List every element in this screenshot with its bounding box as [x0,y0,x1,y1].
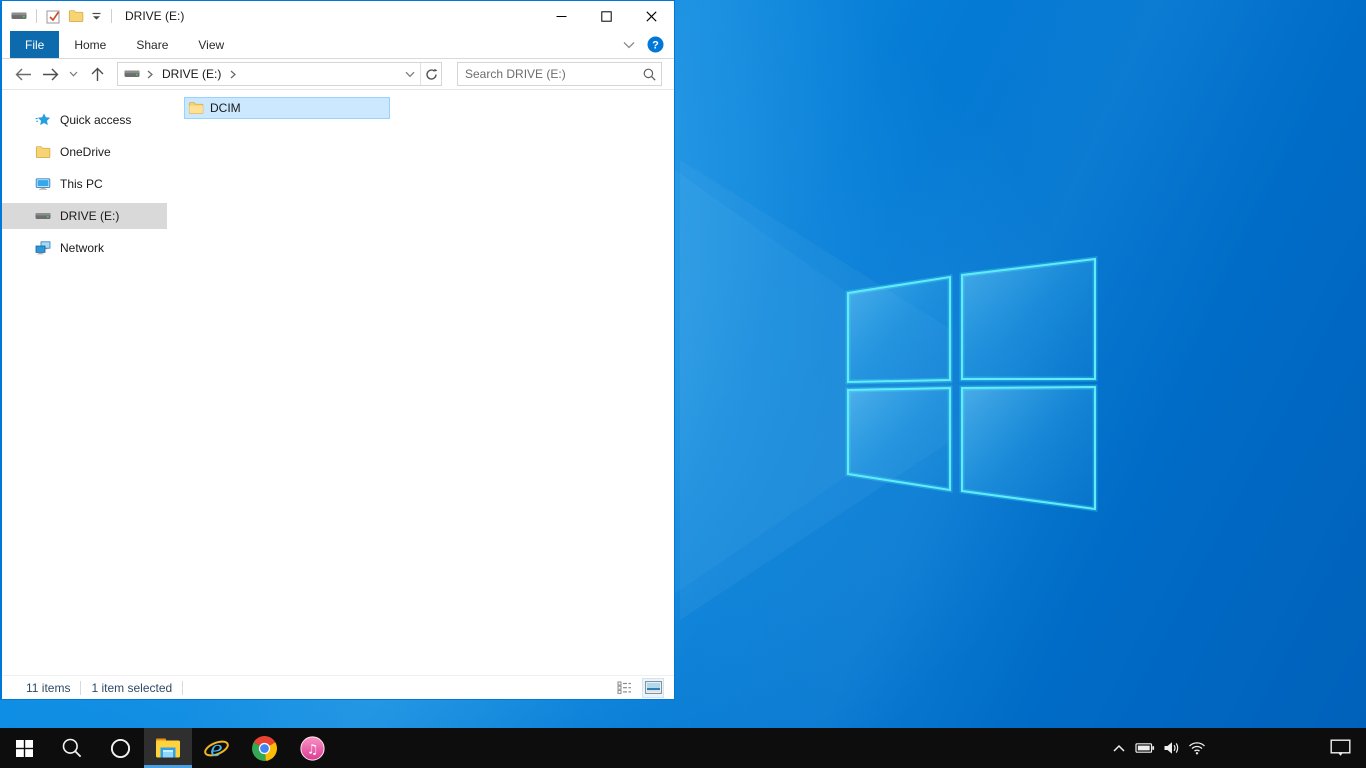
address-dropdown-button[interactable] [400,63,420,85]
search-icon[interactable] [637,68,661,81]
help-glyph: ? [652,39,659,51]
navigation-pane: Quick access OneDrive This PC DRIVE (E:) [2,90,167,675]
address-bar[interactable]: DRIVE (E:) [117,62,442,86]
system-tray [1106,728,1210,768]
quick-access-toolbar: DRIVE (E:) [2,8,184,24]
file-item-dcim[interactable]: DCIM [184,97,390,119]
sidebar-item-label: Quick access [60,113,132,127]
taskbar-file-explorer-button[interactable] [144,728,192,768]
file-item-label: DCIM [210,101,241,115]
chrome-button[interactable] [240,728,288,768]
help-button[interactable]: ? [647,36,664,53]
internet-explorer-icon: e [203,737,229,761]
tab-share[interactable]: Share [121,31,183,58]
tab-home[interactable]: Home [59,31,121,58]
breadcrumb-chevron-icon [147,70,153,78]
sidebar-item-label: OneDrive [60,145,111,159]
itunes-icon: ♫ [299,735,325,761]
itunes-button[interactable]: ♫ [288,728,336,768]
file-explorer-window: DRIVE (E:) File Home Share View ? DRIVE … [0,0,675,700]
cortana-circle-icon [110,738,130,758]
sidebar-item-label: Network [60,241,105,255]
search-box [457,62,662,86]
properties-checkbox-button[interactable] [46,9,61,24]
status-separator [182,680,184,695]
tab-view[interactable]: View [183,31,239,58]
quick-access-star-icon [35,112,51,128]
search-input[interactable] [458,67,637,81]
minimize-button[interactable] [539,1,584,31]
tab-file[interactable]: File [10,31,60,58]
selection-status: 1 item selected [91,680,173,695]
action-center-icon [1330,739,1351,756]
details-view-button[interactable] [613,678,635,698]
toolbar-separator [111,9,112,23]
thumbnail-view-button[interactable] [642,677,664,698]
action-center-button[interactable] [1318,728,1362,768]
window-title: DRIVE (E:) [125,9,185,23]
file-explorer-folder-icon [156,738,180,758]
breadcrumb-chevron-icon[interactable] [230,70,237,79]
item-count: 11 items [26,680,71,695]
title-bar: DRIVE (E:) [2,1,674,31]
refresh-button[interactable] [421,63,441,85]
sidebar-item-label: DRIVE (E:) [60,209,120,223]
navigation-bar: DRIVE (E:) [2,59,674,90]
tray-chevron-up-button[interactable] [1106,728,1132,768]
wifi-icon [1189,742,1205,755]
breadcrumb-item-drive[interactable]: DRIVE (E:) [160,67,223,81]
folder-icon [35,144,51,160]
volume-button[interactable] [1158,728,1184,768]
drive-icon [124,68,140,80]
sidebar-item-network[interactable]: Network [2,235,167,261]
drive-icon [11,8,27,24]
breadcrumb: DRIVE (E:) [124,67,237,81]
taskbar-search-button[interactable] [48,728,96,768]
toolbar-separator [36,9,37,23]
content-pane[interactable]: DCIM [167,90,674,675]
internet-explorer-button[interactable]: e [192,728,240,768]
ie-glyph: e [210,737,222,761]
sidebar-item-drive-e[interactable]: DRIVE (E:) [2,203,167,229]
ribbon-tab-bar: File Home Share View ? [2,31,674,59]
cortana-button[interactable] [96,728,144,768]
search-icon [62,738,82,758]
new-folder-button[interactable] [68,9,84,23]
windows-logo-icon [15,739,33,757]
taskbar: e ♫ [0,728,1366,768]
up-button[interactable] [86,62,108,86]
battery-status-button[interactable] [1132,728,1158,768]
caption-buttons [539,1,674,31]
start-button[interactable] [0,728,48,768]
customize-chevron-icon[interactable] [91,12,102,21]
maximize-button[interactable] [584,1,629,31]
close-button[interactable] [629,1,674,31]
ribbon-expand-button[interactable] [623,41,635,49]
sidebar-item-quick-access[interactable]: Quick access [2,107,167,133]
battery-icon [1135,743,1155,753]
status-separator [80,680,82,695]
status-bar: 11 items 1 item selected [2,675,674,699]
recent-locations-chevron-button[interactable] [66,62,81,86]
back-button[interactable] [12,62,34,86]
drive-icon [35,208,51,224]
sidebar-item-onedrive[interactable]: OneDrive [2,139,167,165]
chrome-icon [251,735,277,761]
network-icon [35,240,51,256]
volume-icon [1164,742,1178,754]
wifi-button[interactable] [1184,728,1210,768]
folder-icon [188,100,204,116]
sidebar-item-label: This PC [60,177,103,191]
this-pc-monitor-icon [35,176,51,192]
forward-button[interactable] [39,62,61,86]
chevron-up-icon [1113,744,1125,752]
sidebar-item-this-pc[interactable]: This PC [2,171,167,197]
itunes-glyph: ♫ [306,742,318,757]
